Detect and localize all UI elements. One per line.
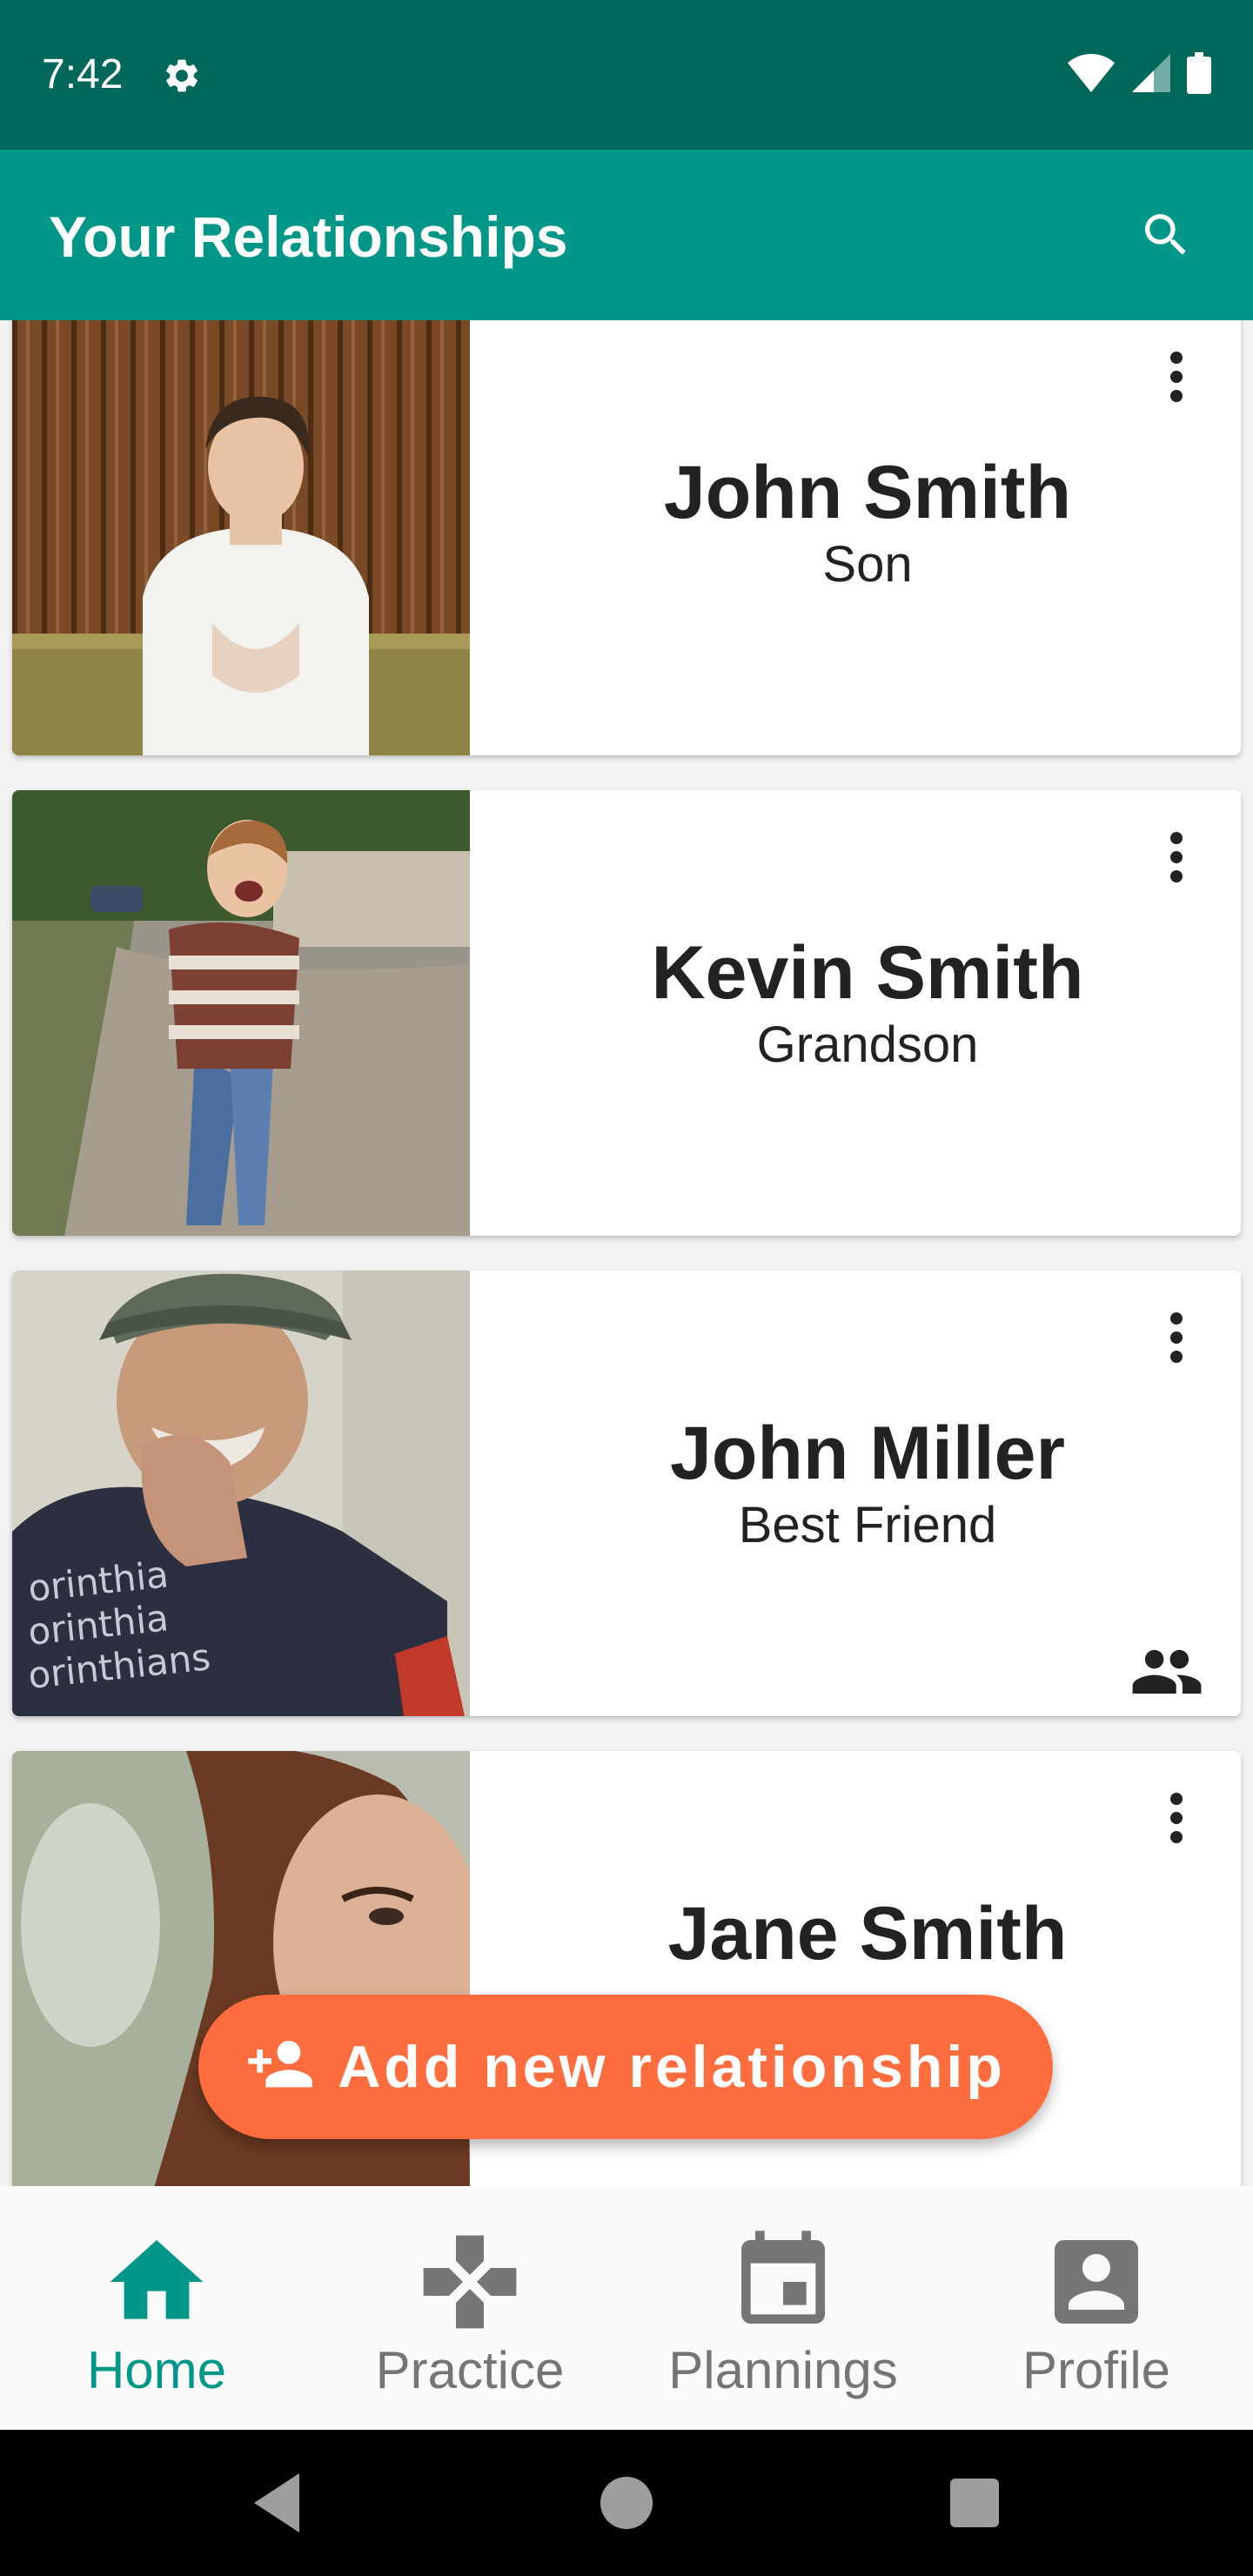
relationship-name: John Smith — [663, 451, 1072, 534]
nav-item-home[interactable]: Home — [0, 2186, 313, 2430]
relationship-name: John Miller — [670, 1412, 1065, 1495]
status-time: 7:42 — [42, 51, 124, 97]
relationship-name: Kevin Smith — [651, 931, 1084, 1015]
relationship-type: Best Friend — [738, 1497, 997, 1553]
home-circle-icon[interactable] — [590, 2466, 663, 2539]
nav-item-plannings[interactable]: Plannings — [626, 2186, 940, 2430]
relationship-type: Grandson — [756, 1016, 979, 1073]
home-icon — [110, 2240, 204, 2319]
gear-icon — [166, 59, 198, 92]
nav-item-practice[interactable]: Practice — [313, 2186, 626, 2430]
recents-icon[interactable] — [938, 2466, 1011, 2539]
status-bar: 7:42 — [0, 0, 1253, 150]
person-add-icon — [248, 2041, 312, 2088]
more-options-button[interactable] — [1154, 341, 1199, 413]
more-options-button[interactable] — [1154, 822, 1199, 893]
app-bar: Your Relationships — [0, 150, 1253, 320]
add-relationship-button[interactable]: Add new relationship — [198, 1995, 1053, 2139]
relationship-name: Jane Smith — [667, 1892, 1068, 1976]
battery-icon — [1187, 52, 1211, 94]
nav-label-plannings: Plannings — [668, 2341, 898, 2399]
more-vert-icon — [1170, 832, 1183, 882]
nav-item-profile[interactable]: Profile — [940, 2186, 1253, 2430]
nav-label-practice: Practice — [375, 2341, 565, 2399]
relationship-list[interactable]: John Smith Son Kevin Smith Grandson orin… — [0, 320, 1253, 2186]
more-options-button[interactable] — [1154, 1302, 1199, 1373]
elderly-man-photo: orinthia orinthia orinthians — [12, 1271, 470, 1716]
back-icon[interactable] — [240, 2466, 313, 2539]
page-title: Your Relationships — [49, 205, 568, 269]
more-vert-icon — [1170, 1793, 1183, 1843]
search-icon — [1145, 214, 1186, 255]
add-relationship-label: Add new relationship — [338, 2034, 1006, 2100]
wifi-icon — [1068, 54, 1115, 92]
cell-signal-icon — [1132, 54, 1170, 92]
young-man-photo — [12, 320, 470, 755]
relationship-card[interactable]: John Smith Son — [12, 320, 1241, 755]
calendar-icon — [741, 2231, 825, 2324]
nav-label-home: Home — [86, 2341, 227, 2399]
child-running-photo — [12, 790, 470, 1236]
gamepad-icon — [423, 2235, 517, 2329]
system-navigation-bar — [0, 2430, 1253, 2576]
relationship-type: Son — [822, 536, 913, 593]
account-box-icon — [1055, 2240, 1138, 2324]
relationship-card[interactable]: orinthia orinthia orinthians John Miller… — [12, 1271, 1241, 1716]
more-vert-icon — [1170, 352, 1183, 402]
search-button[interactable] — [1128, 197, 1204, 273]
status-icons — [1067, 52, 1211, 94]
more-vert-icon — [1170, 1312, 1183, 1363]
relationship-card[interactable]: Kevin Smith Grandson — [12, 790, 1241, 1236]
nav-label-profile: Profile — [1022, 2341, 1171, 2399]
more-options-button[interactable] — [1154, 1782, 1199, 1854]
people-icon — [1132, 1649, 1202, 1694]
bottom-navigation: Home Practice Plannings Profile — [0, 2186, 1253, 2430]
